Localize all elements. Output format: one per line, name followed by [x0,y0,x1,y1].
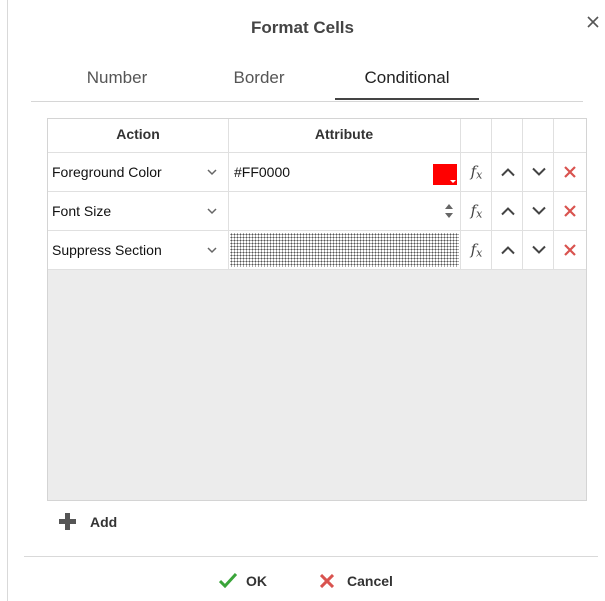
cancel-icon [320,574,334,588]
tab-border[interactable]: Border [217,66,301,100]
color-swatch[interactable] [433,161,457,185]
cancel-label: Cancel [347,573,393,589]
delete-button[interactable] [554,231,585,269]
action-select[interactable]: Suppress Section [48,231,228,269]
action-value: Font Size [52,203,112,219]
column-header-action: Action [116,126,160,142]
delete-icon [563,166,576,178]
move-down-button[interactable] [523,231,554,269]
fx-button[interactable]: fx [461,153,492,191]
chevron-down-icon [207,247,217,254]
move-up-button[interactable] [492,231,523,269]
fx-button[interactable]: fx [461,192,492,230]
attribute-cell[interactable]: #FF0000 [228,153,460,191]
move-down-button[interactable] [523,153,554,191]
tab-bar: Number Border Conditional [31,66,583,102]
move-up-button[interactable] [492,192,523,230]
add-label: Add [90,514,118,530]
ok-button[interactable]: OK [219,570,279,592]
plus-icon [59,513,76,530]
close-icon[interactable] [585,14,601,30]
table-row: Suppress Section fx [48,231,586,270]
attribute-number-input[interactable] [228,192,460,230]
fx-icon: fx [470,162,483,182]
column-divider [491,119,492,270]
chevron-down-icon [207,208,217,215]
chevron-down-icon [531,167,546,176]
table-row: Font Size fx [48,192,586,231]
disabled-pattern [230,233,459,267]
delete-button[interactable] [554,192,585,230]
delete-icon [563,244,576,256]
fx-button[interactable]: fx [461,231,492,269]
move-down-button[interactable] [523,192,554,230]
conditional-grid: Action Attribute Foreground Color #FF000… [47,118,587,501]
fx-icon: fx [470,240,483,260]
delete-button[interactable] [554,153,585,191]
action-value: Foreground Color [52,164,162,180]
column-divider [553,119,554,270]
format-cells-dialog: Format Cells Number Border Conditional A… [0,0,605,601]
chevron-down-icon [531,206,546,215]
tab-conditional[interactable]: Conditional [335,66,479,100]
dialog-title: Format Cells [251,18,354,37]
action-select[interactable]: Font Size [48,192,228,230]
action-select[interactable]: Foreground Color [48,153,228,191]
chevron-up-icon [500,207,515,216]
fx-icon: fx [470,201,483,221]
move-up-button[interactable] [492,153,523,191]
chevron-up-icon [500,168,515,177]
dialog-left-border [7,0,8,601]
ok-label: OK [246,573,267,589]
column-header-attribute: Attribute [314,126,374,142]
attribute-disabled-cell [228,231,460,269]
chevron-up-icon [500,246,515,255]
grid-header: Action Attribute [48,119,586,153]
checkmark-icon [219,573,237,588]
spinner-icon[interactable] [444,203,454,219]
footer-divider [24,556,598,557]
chevron-down-icon [531,245,546,254]
delete-icon [563,205,576,217]
cancel-button[interactable]: Cancel [320,570,410,592]
column-divider [522,119,523,270]
column-divider [460,119,461,270]
column-divider [228,119,229,270]
attribute-value: #FF0000 [234,164,291,180]
tab-number[interactable]: Number [61,66,173,100]
table-row: Foreground Color #FF0000 fx [48,153,586,192]
chevron-down-icon [207,169,217,176]
action-value: Suppress Section [52,242,162,258]
